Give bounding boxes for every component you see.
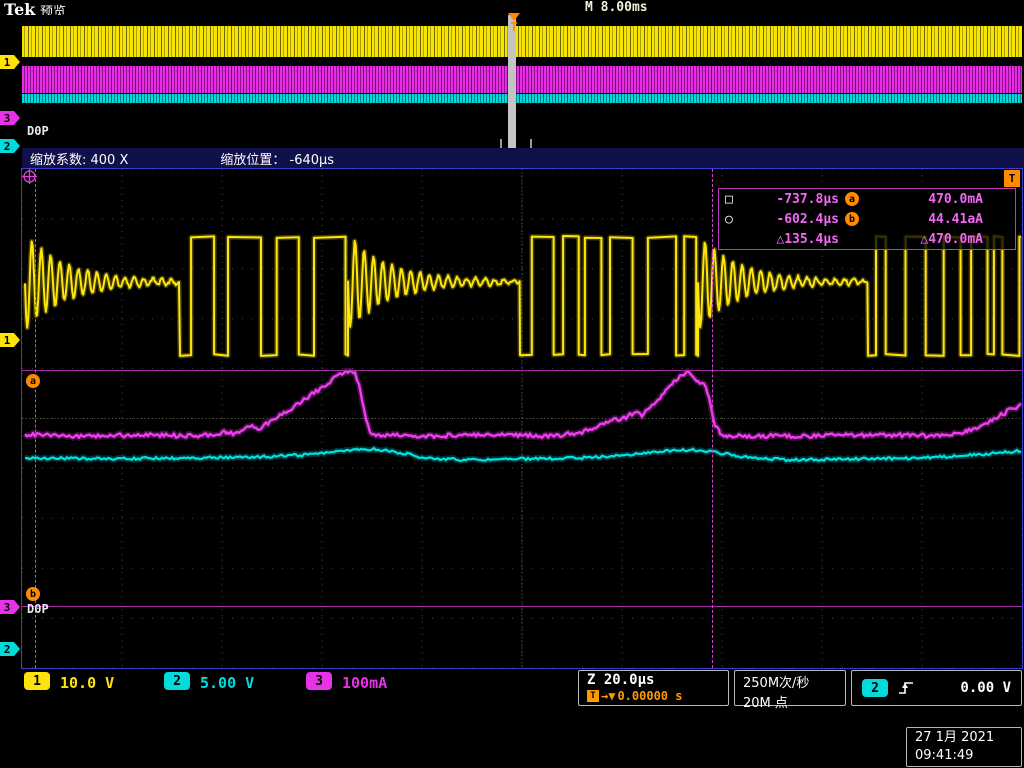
ch3-marker-number: 3 bbox=[0, 111, 14, 125]
cursor-2-vertical-line[interactable] bbox=[712, 169, 713, 668]
ch2-badge[interactable]: 2 bbox=[164, 672, 190, 690]
zoom-timebase-readout: Z 20.0µs bbox=[587, 672, 655, 688]
cursor-1-time-value: -737.8µs bbox=[776, 191, 839, 207]
delay-value: 0.00000 s bbox=[617, 689, 683, 703]
rising-edge-icon bbox=[899, 682, 913, 694]
cursor-delta-amplitude-value: △470.0mA bbox=[920, 231, 983, 247]
ch1-waveform-label-overview: D0P bbox=[27, 124, 49, 138]
ch3-overview-trace bbox=[22, 66, 1022, 93]
cursor-readout-row-1: □ -737.8µs a 470.0mA bbox=[719, 189, 1015, 209]
trigger-delay-readout: T →▼ 0.00000 s bbox=[579, 688, 728, 703]
ch1-overview-trace bbox=[22, 26, 1022, 57]
ch1-marker-arrow-icon bbox=[14, 333, 20, 347]
zoom-timebase-panel: Z 20.0µs T →▼ 0.00000 s bbox=[578, 670, 729, 706]
ch1-marker-number: 1 bbox=[0, 55, 14, 69]
ch2-marker-number: 2 bbox=[0, 642, 14, 656]
trigger-t-icon: T bbox=[587, 690, 599, 702]
cursor-2-time-value: -602.4µs bbox=[776, 211, 839, 227]
cursor-b-horizontal-line[interactable] bbox=[22, 606, 1022, 607]
ch1-marker-arrow-icon bbox=[14, 55, 20, 69]
zoom-region-indicator[interactable] bbox=[508, 15, 516, 148]
datetime-panel: 27 1月 2021 09:41:49 bbox=[906, 727, 1022, 767]
cursor-2-crosshair-marker[interactable] bbox=[22, 169, 37, 184]
ch1-badge[interactable]: 1 bbox=[24, 672, 50, 690]
sample-rate-readout: 250M次/秒 bbox=[743, 676, 810, 691]
record-length-readout: 20M 点 bbox=[743, 696, 788, 711]
cursor-a-horizontal-line[interactable] bbox=[22, 370, 1022, 371]
ch3-marker-number: 3 bbox=[0, 600, 14, 614]
ch3-marker-arrow-icon bbox=[14, 111, 20, 125]
cursor-readout-panel: □ -737.8µs a 470.0mA ○ -602.4µs b 44.41a… bbox=[718, 188, 1016, 250]
cursor-1-symbol: □ bbox=[725, 191, 733, 207]
zoom-factor-readout: 缩放系数: 400 X bbox=[30, 153, 129, 168]
date-readout: 27 1月 2021 bbox=[915, 730, 995, 745]
zoom-window: T □ -737.8µs a 470.0mA ○ -602.4µs b 44.4… bbox=[21, 168, 1023, 669]
ch3-position-marker-zoom[interactable]: 3 bbox=[0, 600, 20, 614]
ch1-waveform-label-zoom: D0P bbox=[27, 602, 49, 616]
ch2-scale-readout: 5.00 V bbox=[200, 674, 255, 692]
trigger-source-badge[interactable]: 2 bbox=[862, 679, 888, 697]
ch2-marker-arrow-icon bbox=[14, 139, 20, 153]
cursor-a-edge-badge[interactable]: a bbox=[26, 374, 40, 388]
ch1-position-marker-zoom[interactable]: 1 bbox=[0, 333, 20, 347]
ch2-position-marker-overview[interactable]: 2 bbox=[0, 139, 20, 153]
trigger-level-readout: 0.00 V bbox=[960, 680, 1011, 696]
cursor-b-badge: b bbox=[845, 212, 859, 226]
oscilloscope-screen: Tek 预览 M 8.00ms T 1 3 D0P 2 缩放系数: 400 X … bbox=[0, 0, 1024, 768]
cursor-b-amplitude-value: 44.41aA bbox=[928, 211, 983, 227]
zoom-position-readout: 缩放位置： -640µs bbox=[220, 153, 335, 168]
delay-prefix-glyphs: →▼ bbox=[601, 689, 616, 703]
ch2-overview-trace bbox=[22, 94, 1022, 103]
cursor-b-edge-badge[interactable]: b bbox=[26, 587, 40, 601]
ch3-position-marker-overview[interactable]: 3 bbox=[0, 111, 20, 125]
ch1-position-marker-overview[interactable]: 1 bbox=[0, 55, 20, 69]
acquisition-panel: 250M次/秒 20M 点 bbox=[734, 670, 846, 711]
trigger-position-marker[interactable]: T bbox=[506, 13, 522, 33]
trigger-t-glyph: T bbox=[510, 20, 518, 34]
ch1-scale-readout: 10.0 V bbox=[60, 674, 115, 692]
ch2-position-marker-zoom[interactable]: 2 bbox=[0, 642, 20, 656]
time-readout: 09:41:49 bbox=[915, 748, 974, 763]
ch3-badge[interactable]: 3 bbox=[306, 672, 332, 690]
ch2-marker-arrow-icon bbox=[14, 642, 20, 656]
cursor-delta-time-value: △135.4µs bbox=[776, 231, 839, 247]
cursor-a-amplitude-value: 470.0mA bbox=[928, 191, 983, 207]
cursor-2-symbol: ○ bbox=[725, 211, 733, 227]
trigger-panel: 2 0.00 V bbox=[851, 670, 1022, 706]
waveform-overview bbox=[22, 15, 1022, 150]
trigger-offscreen-indicator: T bbox=[1004, 170, 1020, 187]
ch2-marker-number: 2 bbox=[0, 139, 14, 153]
cursor-readout-row-3: △135.4µs △470.0mA bbox=[719, 229, 1015, 249]
ch1-marker-number: 1 bbox=[0, 333, 14, 347]
main-timebase-readout: M 8.00ms bbox=[585, 0, 648, 15]
ch3-scale-readout: 100mA bbox=[342, 674, 388, 692]
zoom-info-bar: 缩放系数: 400 X 缩放位置： -640µs bbox=[22, 148, 1024, 169]
cursor-readout-row-2: ○ -602.4µs b 44.41aA bbox=[719, 209, 1015, 229]
cursor-a-badge: a bbox=[845, 192, 859, 206]
ch3-marker-arrow-icon bbox=[14, 600, 20, 614]
trigger-readout-row: 2 0.00 V bbox=[852, 671, 1021, 705]
